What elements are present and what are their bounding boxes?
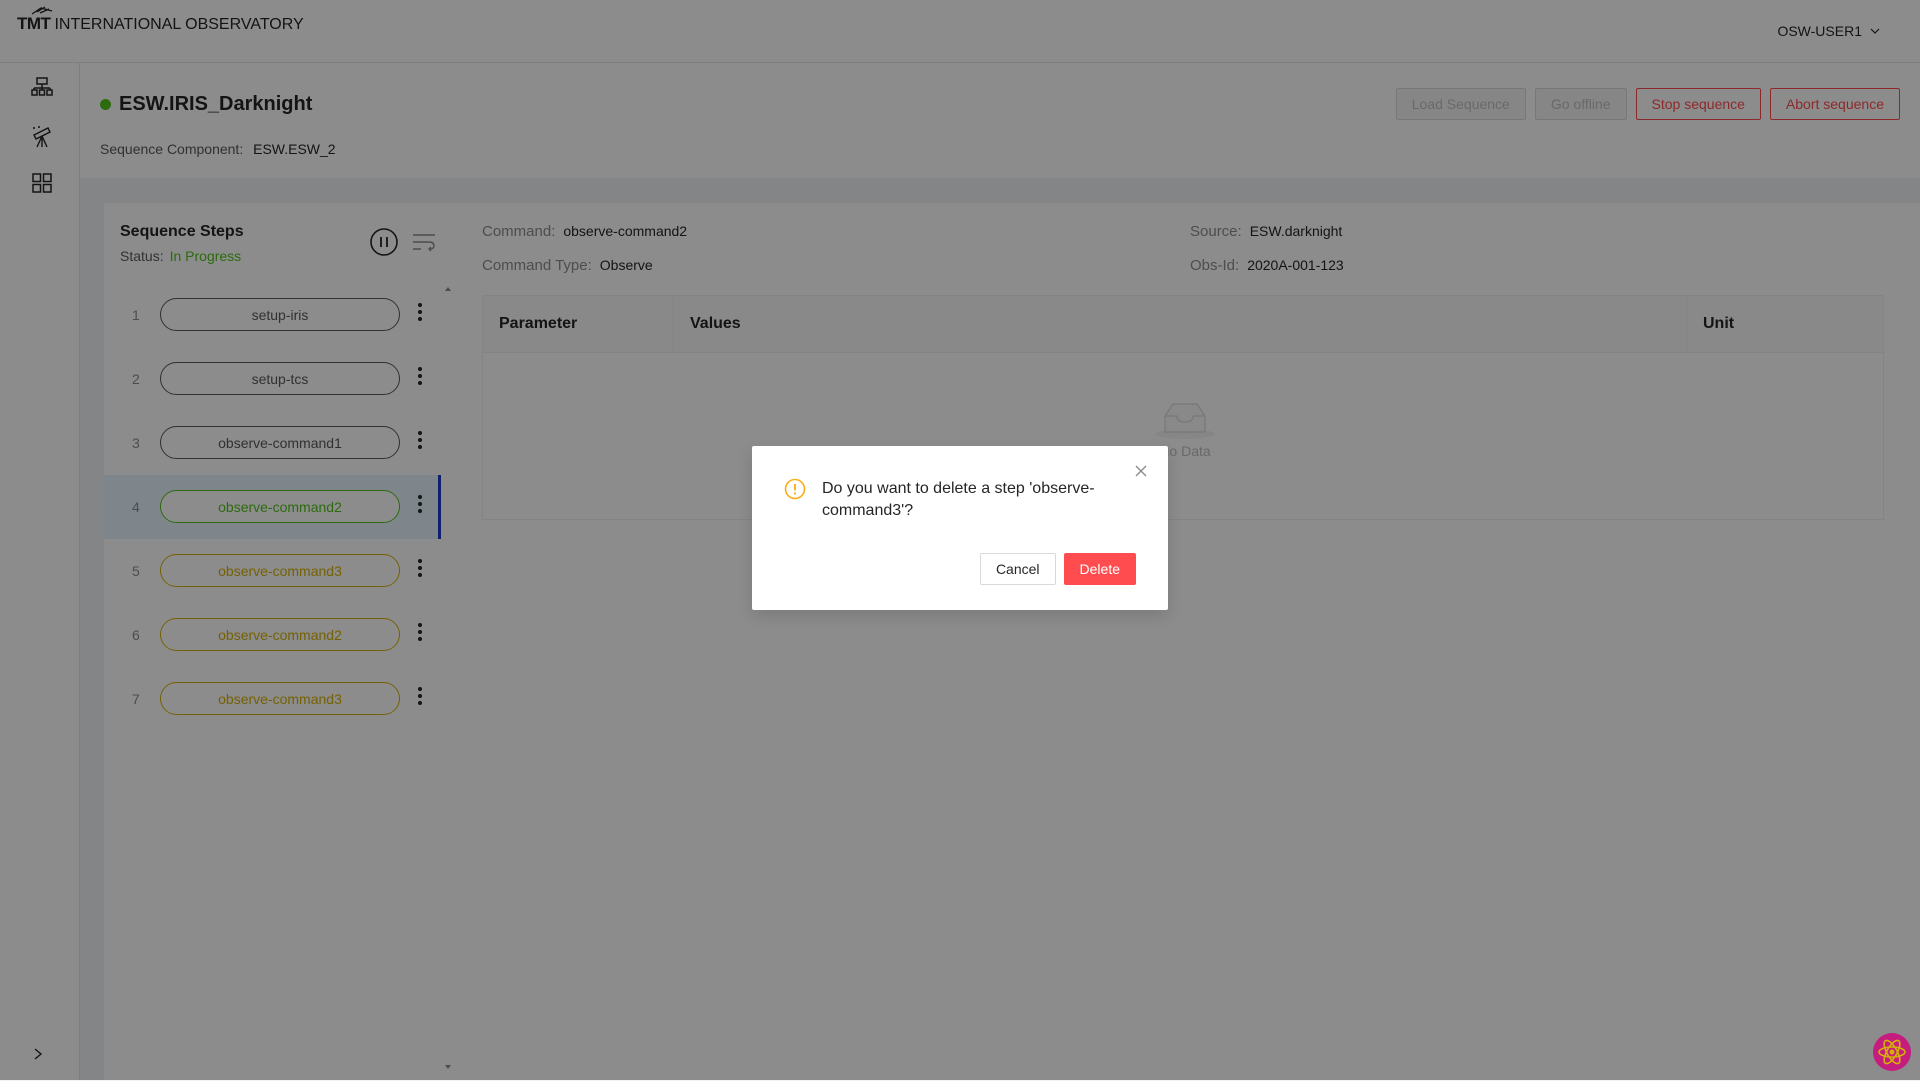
delete-button[interactable]: Delete [1063,553,1136,585]
cancel-button[interactable]: Cancel [979,553,1056,585]
close-icon[interactable] [1134,464,1148,483]
devtools-icon[interactable] [1871,1031,1913,1078]
modal-actions: Cancel Delete [979,553,1136,585]
warning-icon [784,478,806,505]
modal-message: Do you want to delete a step 'observe-co… [822,480,1095,519]
delete-step-modal: Do you want to delete a step 'observe-co… [752,446,1168,610]
